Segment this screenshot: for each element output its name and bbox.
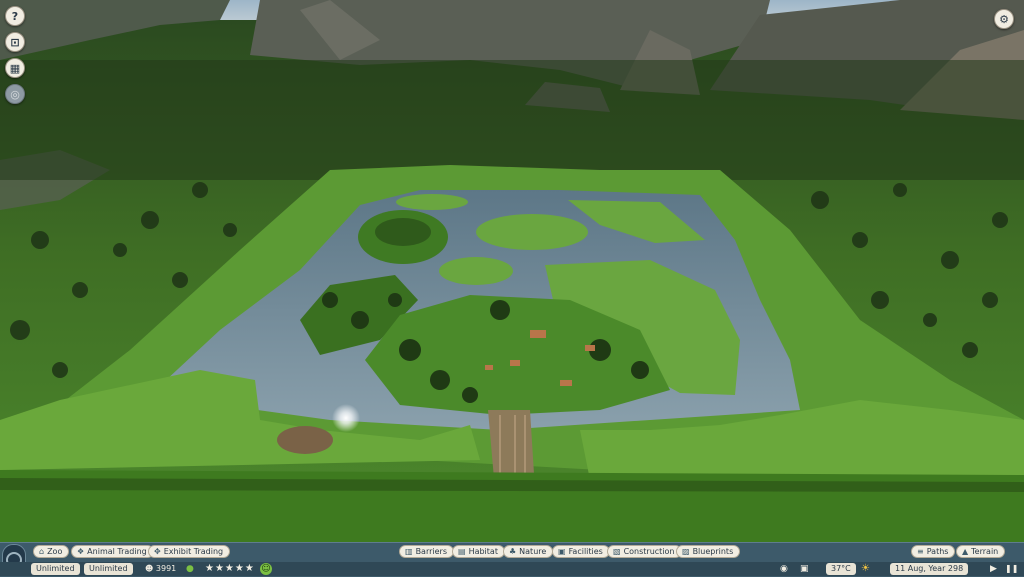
help-button[interactable]: ? [5, 6, 25, 26]
sun-icon: ☀ [861, 563, 870, 574]
tab-facilities[interactable]: ▣ Facilities [552, 545, 610, 558]
guests-icon: ☻ [145, 564, 156, 573]
tab-paths[interactable]: ≡ Paths [911, 545, 956, 558]
tab-zoo[interactable]: ⌂ Zoo [33, 545, 70, 558]
tool-tabs-row: ⌂ Zoo ❖ Animal Trading ✥ Exhibit Trading ▥ B… [0, 545, 1024, 560]
calendar-button[interactable]: ▦ [5, 58, 25, 78]
objectives-icon: ⊡ [10, 35, 20, 49]
guest-trend-icon: ● [186, 564, 194, 574]
facilities-icon: ▣ [558, 547, 566, 556]
habitat-icon: ▤ [458, 547, 466, 556]
money-readout[interactable]: Unlimited [31, 563, 80, 575]
gear-icon: ⚙ [999, 12, 1009, 26]
tab-habitat[interactable]: ▤ Habitat [452, 545, 505, 558]
exhibit-trading-icon: ✥ [154, 547, 161, 556]
nature-icon: ♣ [509, 547, 517, 556]
settings-button[interactable]: ⚙ [994, 9, 1014, 29]
tab-construction[interactable]: ▧ Construction [607, 545, 682, 558]
status-row: Unlimited Unlimited ☻ 3991 ● ★★★★★ ☺ ◉ ▣… [0, 562, 1024, 576]
zoo-icon: ⌂ [39, 547, 45, 556]
tab-exhibit-trading[interactable]: ✥ Exhibit Trading [148, 545, 231, 558]
zoo-rating-stars[interactable]: ★★★★★ [205, 563, 255, 575]
research-readout[interactable]: Unlimited [84, 563, 133, 575]
left-tool-column: ? ⊡ ▦ ◎ [5, 6, 25, 104]
pause-icon[interactable]: ❚❚ [1005, 563, 1018, 575]
help-icon: ? [11, 9, 19, 23]
construction-icon: ▧ [613, 547, 621, 556]
tab-barriers[interactable]: ▥ Barriers [399, 545, 454, 558]
guest-count[interactable]: ☻ 3991 [145, 563, 176, 575]
camera-icon[interactable]: ◉ [780, 563, 788, 575]
heatmap-button[interactable]: ◎ [5, 84, 25, 104]
objectives-button[interactable]: ⊡ [5, 32, 25, 52]
tab-animal-trading[interactable]: ❖ Animal Trading [71, 545, 154, 558]
calendar-icon: ▦ [9, 61, 21, 75]
bottom-toolbar: ⌂ Zoo ❖ Animal Trading ✥ Exhibit Trading ▥ B… [0, 542, 1024, 577]
blueprints-icon: ▨ [682, 547, 690, 556]
tab-nature[interactable]: ♣ Nature [503, 545, 554, 558]
play-icon[interactable]: ▶ [990, 563, 997, 575]
heatmap-icon: ◎ [10, 87, 20, 101]
paths-icon: ≡ [917, 547, 924, 556]
tab-terrain[interactable]: ▲ Terrain [956, 545, 1006, 558]
tab-blueprints[interactable]: ▨ Blueprints [676, 545, 741, 558]
barriers-icon: ▥ [405, 547, 413, 556]
terrain-icon: ▲ [962, 547, 969, 556]
photo-mode-icon[interactable]: ▣ [800, 563, 809, 575]
temperature-readout: 37°C [826, 563, 856, 575]
date-readout: 11 Aug, Year 298 [890, 563, 969, 575]
zoo-scene-viewport[interactable] [0, 0, 1024, 542]
animal-trading-icon: ❖ [77, 547, 85, 556]
happiness-icon[interactable]: ☺ [260, 563, 272, 575]
